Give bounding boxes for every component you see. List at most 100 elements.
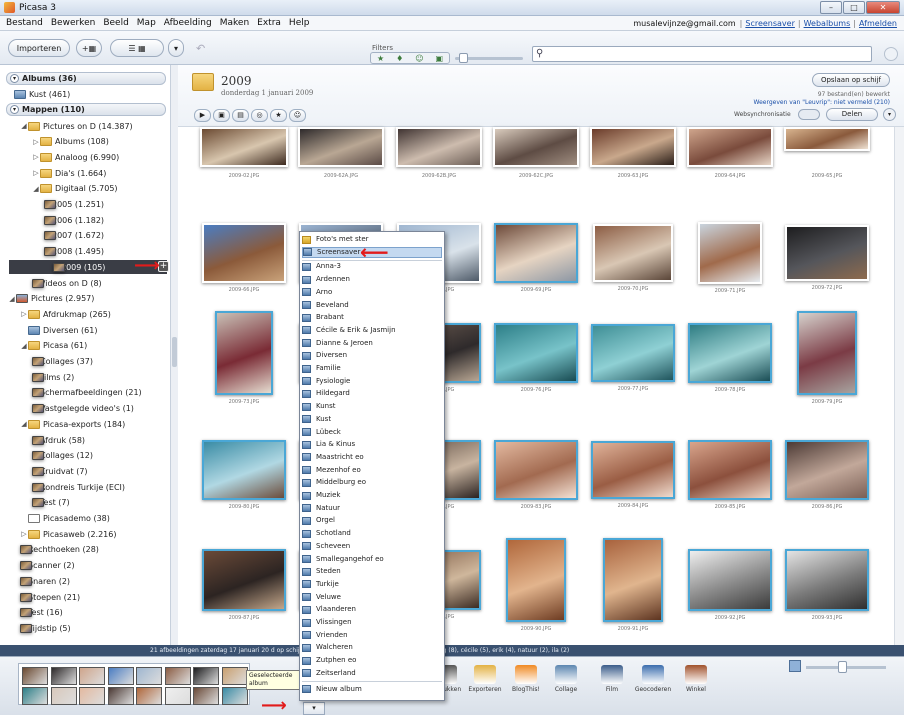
websync-toggle[interactable] xyxy=(798,109,820,120)
popup-menu-item[interactable]: Veluwe xyxy=(302,592,442,603)
share-button[interactable]: Delen xyxy=(826,108,878,121)
menu-afbeelding[interactable]: Afbeelding xyxy=(160,18,216,28)
popup-menu-item[interactable]: Ardennen xyxy=(302,274,442,285)
tray-action-button[interactable]: Collage xyxy=(546,665,586,693)
sidebar-tree-item[interactable]: Kruidvat (7) xyxy=(32,464,88,478)
popup-menu-item[interactable]: Brabant xyxy=(302,312,442,323)
photo-thumbnail[interactable] xyxy=(688,440,772,500)
photo-thumbnail[interactable] xyxy=(785,549,869,611)
tray-thumbnail[interactable] xyxy=(193,667,219,685)
photo-thumbnail[interactable] xyxy=(200,127,288,167)
collapse-arrow-icon[interactable]: ◢ xyxy=(8,295,16,303)
photo-thumbnail[interactable] xyxy=(797,311,857,395)
close-button[interactable]: ✕ xyxy=(866,1,900,14)
sidebar-tree-item[interactable]: Films (2) xyxy=(32,370,74,384)
photo-thumbnail[interactable] xyxy=(494,223,578,283)
popup-menu-item[interactable]: Maastricht eo xyxy=(302,452,442,463)
tray-thumbnail[interactable] xyxy=(221,687,248,705)
tray-thumbnail[interactable] xyxy=(50,687,77,705)
settings-gear-icon[interactable] xyxy=(884,47,898,61)
scrollbar-thumb[interactable] xyxy=(172,337,177,367)
photo-thumbnail[interactable] xyxy=(506,538,566,622)
photo-thumbnail[interactable] xyxy=(298,127,384,167)
tray-thumbnail[interactable] xyxy=(50,667,77,685)
sidebar-scrollbar[interactable] xyxy=(170,65,178,645)
collapse-arrow-icon[interactable]: ◢ xyxy=(20,420,28,428)
tray-thumbnail[interactable] xyxy=(107,687,134,705)
popup-menu-item[interactable]: Muziek xyxy=(302,490,442,501)
photo-thumbnail[interactable] xyxy=(494,323,578,383)
collapse-arrow-icon[interactable]: ◢ xyxy=(20,342,28,350)
sidebar-tree-item[interactable]: 2006 (1.182) xyxy=(44,213,104,227)
popup-menu-item[interactable]: Lübeck xyxy=(302,427,442,438)
tray-thumbnail[interactable] xyxy=(22,667,48,685)
back-arrow-icon[interactable]: ↶ xyxy=(196,42,205,55)
sidebar-tree-item[interactable]: ▷ Albums (108) xyxy=(32,135,109,149)
menu-map[interactable]: Map xyxy=(133,18,160,28)
sidebar-tree-item[interactable]: Diversen (61) xyxy=(20,323,97,337)
save-to-disk-button[interactable]: Opslaan op schijf xyxy=(811,73,890,87)
sidebar-tree-item[interactable]: ▷ Analoog (6.990) xyxy=(32,150,119,164)
albums-section-header[interactable]: ▾ Albums (36) xyxy=(6,72,166,85)
tray-thumbnail[interactable] xyxy=(79,687,105,705)
collapse-arrow-icon[interactable]: ◢ xyxy=(20,122,28,130)
sidebar-item-kust[interactable]: Kust (461) xyxy=(14,87,70,101)
tray-thumbnail[interactable] xyxy=(193,687,219,705)
sidebar-tree-item[interactable]: Rondreis Turkije (ECI) xyxy=(32,480,125,494)
photo-thumbnail[interactable] xyxy=(785,440,869,500)
sign-out-link[interactable]: Afmelden xyxy=(859,19,897,28)
zoom-slider-knob[interactable] xyxy=(838,661,847,673)
tray-thumbnail[interactable] xyxy=(136,687,162,705)
popup-menu-item[interactable]: Middelburg eo xyxy=(302,477,442,488)
folders-section-header[interactable]: ▾ Mappen (110) xyxy=(6,103,166,116)
photo-thumbnail[interactable] xyxy=(202,440,286,500)
tray-thumbnail[interactable] xyxy=(107,667,134,685)
tray-thumbnail[interactable] xyxy=(136,667,162,685)
sidebar-tree-item[interactable]: ◢ Digitaal (5.705) xyxy=(32,182,118,196)
popup-menu-item[interactable]: Fysiologie xyxy=(302,376,442,387)
popup-menu-item[interactable]: Vlissingen xyxy=(302,617,442,628)
photo-thumbnail[interactable] xyxy=(591,441,675,499)
expand-arrow-icon[interactable]: ▷ xyxy=(20,310,28,318)
popup-menu-item[interactable]: Familie xyxy=(302,363,442,374)
popup-menu-item[interactable]: Zeitserland xyxy=(302,668,442,679)
popup-menu-item[interactable]: Beveland xyxy=(302,300,442,311)
popup-menu-item[interactable]: Scheveen xyxy=(302,541,442,552)
photo-thumbnail[interactable] xyxy=(784,127,870,151)
tray-selection[interactable] xyxy=(18,663,250,705)
photo-thumbnail[interactable] xyxy=(687,127,773,167)
sidebar-tree-item[interactable]: ▷ Dia's (1.664) xyxy=(32,166,106,180)
popup-menu-item[interactable]: Schotland xyxy=(302,528,442,539)
photo-thumbnail[interactable] xyxy=(493,127,579,167)
sidebar-tree-item[interactable]: 2007 (1.672) xyxy=(44,229,104,243)
sidebar-tree-item[interactable]: Collages (37) xyxy=(32,355,93,369)
add-to-album-button[interactable]: ▾ xyxy=(303,702,325,715)
popup-menu-item[interactable]: Turkije xyxy=(302,579,442,590)
import-button[interactable]: Importeren xyxy=(8,39,70,57)
menu-bestand[interactable]: Bestand xyxy=(2,18,47,28)
play-slideshow-button[interactable]: ▶ xyxy=(194,109,211,122)
geo-filter-icon[interactable]: ▣ xyxy=(435,54,443,63)
tray-thumbnail[interactable] xyxy=(22,687,48,705)
photo-thumbnail[interactable] xyxy=(688,549,772,611)
sidebar-tree-item[interactable]: Test (7) xyxy=(32,496,70,510)
sidebar-tree-item[interactable]: Afdruk (58) xyxy=(32,433,85,447)
popup-menu-item[interactable]: Dianne & Jeroen xyxy=(302,338,442,349)
popup-menu-item[interactable]: Smallegangehof eo xyxy=(302,554,442,565)
photo-thumbnail[interactable] xyxy=(591,324,675,382)
popup-menu-item[interactable]: Cécile & Erik & Jasmijn xyxy=(302,325,442,336)
sidebar-tree-item[interactable]: Rechthoeken (28) xyxy=(20,543,99,557)
sidebar-tree-item[interactable]: ▷ Afdrukmap (265) xyxy=(20,307,111,321)
sidebar-tree-item[interactable]: ◢ Picasa (61) xyxy=(20,339,87,353)
tray-thumbnail[interactable] xyxy=(221,667,248,685)
tray-action-button[interactable]: Exporteren xyxy=(465,665,505,693)
tray-action-button[interactable]: Geocoderen xyxy=(633,665,673,693)
date-slider-knob[interactable] xyxy=(459,53,468,63)
popup-menu-item[interactable]: Vrienden xyxy=(302,630,442,641)
sidebar-tree-item[interactable]: 2005 (1.251) xyxy=(44,198,104,212)
sidebar-tree-item[interactable]: ◢ Picasa-exports (184) xyxy=(20,417,125,431)
photo-thumbnail[interactable] xyxy=(215,311,273,395)
sidebar-tree-item[interactable]: Stoepen (21) xyxy=(20,590,80,604)
sidebar-tree-item[interactable]: ◢ Pictures on D (14.387) xyxy=(20,119,133,133)
menu-beeld[interactable]: Beeld xyxy=(99,18,132,28)
